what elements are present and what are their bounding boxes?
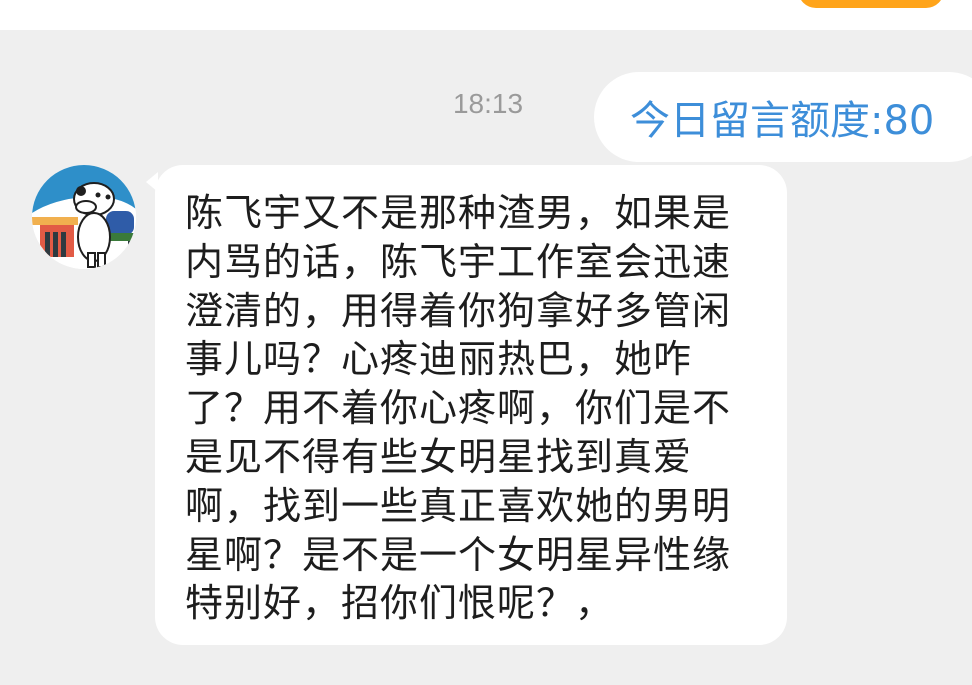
quota-bubble: 今日留言额度:80 bbox=[594, 72, 972, 162]
top-action-button[interactable] bbox=[798, 0, 944, 8]
message-bubble[interactable]: 陈飞宇又不是那种渣男，如果是内骂的话，陈飞宇工作室会迅速澄清的，用得着你狗拿好多… bbox=[155, 165, 787, 645]
quota-label: 今日留言额度:80 bbox=[630, 98, 935, 144]
cartoon-dog-avatar-icon[interactable] bbox=[32, 165, 136, 269]
top-bar bbox=[0, 0, 972, 30]
message-timestamp: 18:13 bbox=[452, 88, 524, 119]
message-text: 陈飞宇又不是那种渣男，如果是内骂的话，陈飞宇工作室会迅速澄清的，用得着你狗拿好多… bbox=[185, 191, 732, 626]
avatar-illustration bbox=[32, 165, 136, 269]
